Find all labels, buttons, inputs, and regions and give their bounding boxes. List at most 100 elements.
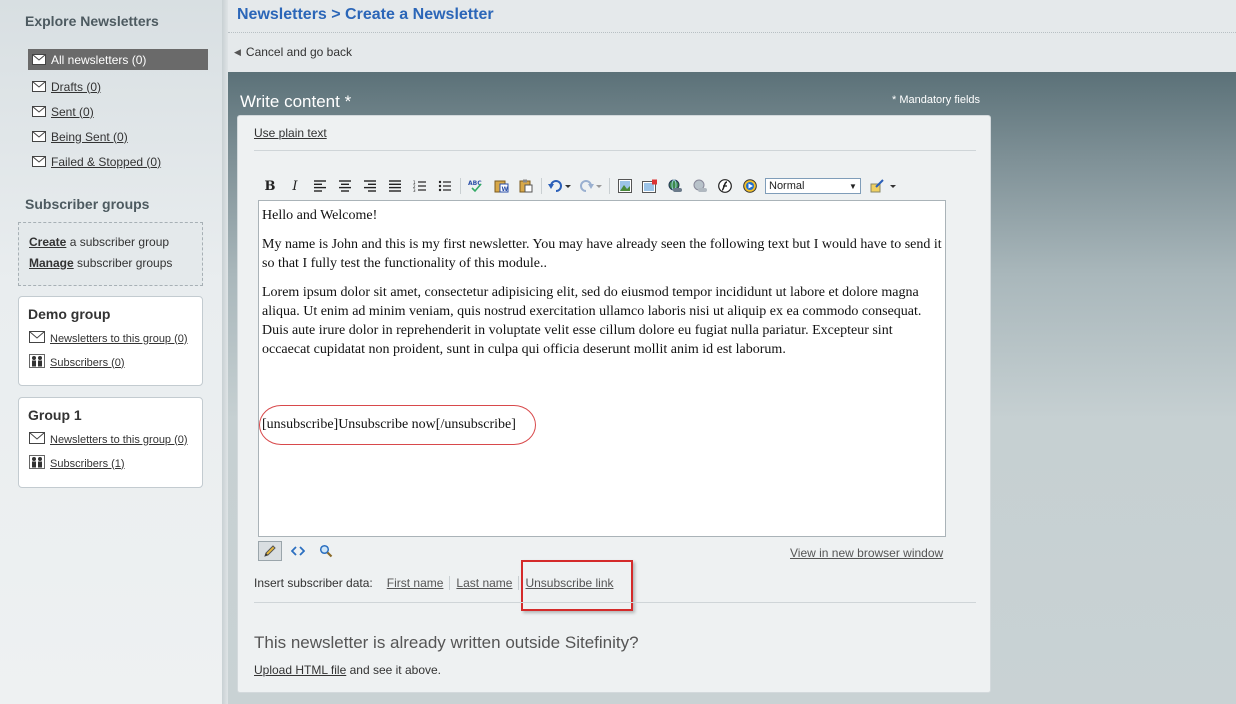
editor-paragraph: Hello and Welcome! — [262, 208, 378, 223]
link-icon[interactable] — [665, 176, 685, 196]
page-header: Newsletters > Create a Newsletter ◀ Canc… — [228, 0, 1236, 72]
align-center-icon[interactable] — [335, 176, 355, 196]
sidebar-item-being-sent[interactable]: Being Sent (0) — [28, 126, 208, 147]
group-box-group-1: Group 1 Newsletters to this group (0) Su… — [18, 397, 203, 488]
media-icon[interactable] — [740, 176, 760, 196]
outside-sitefinity-title: This newsletter is already written outsi… — [254, 633, 639, 652]
design-mode-pencil-icon[interactable] — [258, 541, 282, 561]
preview-magnifier-icon[interactable] — [314, 541, 338, 561]
envelope-icon — [32, 106, 46, 117]
format-stripper-icon[interactable] — [869, 176, 899, 196]
insert-subscriber-label: Insert subscriber data: — [254, 576, 373, 590]
rich-text-editor[interactable]: Hello and Welcome! My name is John and t… — [258, 200, 946, 537]
justify-icon[interactable] — [385, 176, 405, 196]
image-icon[interactable] — [615, 176, 635, 196]
upload-html-text: and see it above. — [346, 663, 441, 677]
group-newsletters-label: Newsletters to this group (0) — [50, 433, 188, 446]
create-group-link[interactable]: Create — [29, 235, 66, 249]
chevron-down-icon: ▼ — [849, 181, 857, 191]
create-group-row: Create a subscriber group — [29, 235, 169, 249]
explore-newsletters-title: Explore Newsletters — [25, 13, 159, 29]
manage-groups-row: Manage subscriber groups — [29, 256, 172, 270]
spellcheck-icon[interactable]: ABC — [466, 176, 486, 196]
editor-paragraph: My name is John and this is my first new… — [262, 237, 942, 271]
group-title: Group 1 — [28, 407, 82, 423]
sidebar-item-label: Failed & Stopped (0) — [51, 154, 162, 169]
align-left-icon[interactable] — [310, 176, 330, 196]
group-subscribers-link[interactable]: Subscribers (1) — [29, 455, 125, 472]
insert-last-name-link[interactable]: Last name — [456, 576, 512, 590]
unsubscribe-placeholder: [unsubscribe]Unsubscribe now[/unsubscrib… — [262, 417, 516, 432]
group-subscribers-link[interactable]: Subscribers (0) — [29, 354, 125, 371]
html-mode-code-icon[interactable] — [286, 541, 310, 561]
group-newsletters-link[interactable]: Newsletters to this group (0) — [29, 432, 188, 447]
svg-text:3: 3 — [413, 188, 416, 192]
page-title: Write content * — [240, 92, 352, 111]
subscriber-groups-title: Subscriber groups — [25, 196, 150, 212]
link-separator — [518, 576, 520, 590]
group-subscribers-label: Subscribers (1) — [50, 457, 125, 470]
paragraph-style-value: Normal — [769, 180, 805, 192]
paste-icon[interactable] — [516, 176, 536, 196]
group-box-demo-group: Demo group Newsletters to this group (0)… — [18, 296, 203, 386]
sidebar-item-label: Drafts (0) — [51, 79, 102, 94]
redo-icon[interactable] — [578, 176, 604, 196]
group-newsletters-label: Newsletters to this group (0) — [50, 332, 188, 345]
envelope-icon — [29, 432, 45, 447]
subscriber-group-actions: Create a subscriber group Manage subscri… — [18, 222, 203, 286]
editor-toolbar: B I 123 ABC W Normal ▼ — [260, 176, 904, 196]
sidebar-item-all-newsletters[interactable]: All newsletters (0) — [28, 49, 208, 70]
content-card: Use plain text B I 123 ABC W Normal ▼ He… — [237, 115, 991, 693]
cancel-go-back-label: Cancel and go back — [245, 45, 352, 59]
envelope-icon — [32, 156, 46, 167]
editor-paragraph: Lorem ipsum dolor sit amet, consectetur … — [262, 285, 922, 357]
align-right-icon[interactable] — [360, 176, 380, 196]
breadcrumb: Newsletters > Create a Newsletter — [237, 6, 494, 23]
mandatory-note: * Mandatory fields — [892, 94, 981, 106]
toolbar-separator — [460, 178, 461, 194]
sidebar-item-label: Being Sent (0) — [51, 129, 128, 144]
main-content: Write content * * Mandatory fields Use p… — [228, 72, 1236, 704]
toolbar-separator — [541, 178, 542, 194]
group-subscribers-label: Subscribers (0) — [50, 356, 125, 369]
highlight-rectangle — [521, 560, 633, 611]
view-in-new-window-link[interactable]: View in new browser window — [790, 546, 943, 560]
flash-icon[interactable] — [715, 176, 735, 196]
divider — [254, 602, 976, 603]
sidebar-item-label: All newsletters (0) — [51, 52, 147, 67]
use-plain-text-link[interactable]: Use plain text — [254, 126, 327, 140]
sidebar: Explore Newsletters All newsletters (0) … — [0, 0, 222, 704]
divider — [254, 150, 976, 151]
sidebar-item-drafts[interactable]: Drafts (0) — [28, 76, 208, 97]
sidebar-item-sent[interactable]: Sent (0) — [28, 101, 208, 122]
envelope-icon — [32, 131, 46, 142]
upload-html-file-link[interactable]: Upload HTML file — [254, 663, 346, 677]
upload-html-row: Upload HTML file and see it above. — [254, 663, 441, 677]
undo-icon[interactable] — [547, 176, 573, 196]
group-newsletters-link[interactable]: Newsletters to this group (0) — [29, 331, 188, 346]
manage-groups-link[interactable]: Manage — [29, 256, 74, 270]
cancel-go-back-link[interactable]: ◀ Cancel and go back — [234, 45, 352, 59]
envelope-icon — [32, 81, 46, 92]
image-map-icon[interactable] — [640, 176, 660, 196]
people-icon — [29, 455, 45, 472]
bold-icon[interactable]: B — [260, 176, 280, 196]
sidebar-item-failed-stopped[interactable]: Failed & Stopped (0) — [28, 151, 208, 172]
manage-groups-text: subscriber groups — [73, 256, 173, 270]
paragraph-style-select[interactable]: Normal ▼ — [765, 178, 861, 194]
insert-first-name-link[interactable]: First name — [387, 576, 444, 590]
italic-icon[interactable]: I — [285, 176, 305, 196]
unlink-icon[interactable] — [690, 176, 710, 196]
link-separator — [449, 576, 451, 590]
editor-mode-bar — [258, 541, 342, 561]
header-divider — [228, 32, 1236, 33]
svg-text:W: W — [502, 186, 509, 193]
numbered-list-icon[interactable]: 123 — [410, 176, 430, 196]
toolbar-separator — [609, 178, 610, 194]
sidebar-item-label: Sent (0) — [51, 104, 94, 119]
envelope-icon — [29, 331, 45, 346]
envelope-icon — [32, 54, 46, 65]
people-icon — [29, 354, 45, 371]
paste-word-icon[interactable]: W — [491, 176, 511, 196]
bullet-list-icon[interactable] — [435, 176, 455, 196]
